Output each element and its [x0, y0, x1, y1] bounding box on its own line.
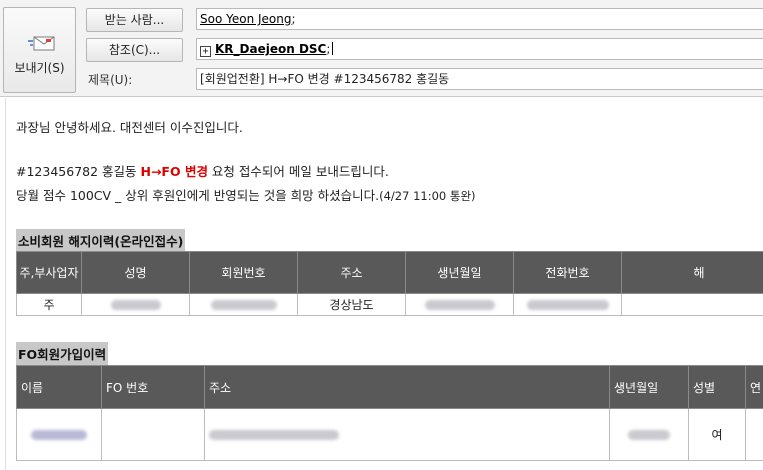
header-cell: 주소	[204, 365, 610, 409]
cc-field[interactable]: + KR_Daejeon DSC;	[196, 38, 763, 60]
envelope-send-icon	[28, 36, 55, 51]
request-line: #123456782 홍길동 H→FO 변경 요청 접수되어 메일 보내드립니다…	[16, 161, 389, 180]
request-suffix: 요청 접수되어 메일 보내드립니다.	[207, 164, 389, 179]
section-title-fo-signup: FO회원가입이력	[16, 342, 109, 365]
header-cell: 생년월일	[405, 251, 514, 294]
extra-cell	[745, 408, 763, 461]
text-caret	[332, 42, 334, 55]
send-button[interactable]: 보내기(S)	[3, 7, 76, 93]
type-cell: 주	[16, 293, 82, 316]
fo-number-cell	[101, 408, 205, 461]
subject-field[interactable]: [회원업전환] H→FO 변경 #123456782 홍길동	[196, 68, 763, 90]
header-cell: 성명	[81, 251, 190, 294]
member-number-cell	[189, 293, 298, 316]
cc-button[interactable]: 참조(C)...	[86, 38, 183, 62]
extra-cell	[621, 293, 763, 316]
cc-separator: ;	[326, 42, 331, 56]
table-header-row: 이름 FO 번호 주소 생년월일 성별 연	[16, 365, 763, 409]
cc-recipient[interactable]: KR_Daejeon DSC	[215, 42, 326, 56]
termination-table: 주,부사업자 성명 회원번호 주소 생년월일 전화번호 해 주 경상남도	[16, 251, 763, 316]
table-header-row: 주,부사업자 성명 회원번호 주소 생년월일 전화번호 해	[16, 251, 763, 294]
header-cell: 회원번호	[189, 251, 298, 294]
header-cell: 이름	[16, 365, 102, 409]
points-main: 당월 점수 100CV _ 상위 후원인에게 반영되는 것을 희망 하셨습니다.	[16, 188, 380, 203]
table-row: 주 경상남도	[16, 293, 763, 316]
redacted-birthdate	[424, 300, 495, 310]
greeting-text: 과장님 안녕하세요. 대전센터 이수진입니다.	[16, 120, 243, 135]
redacted-name	[31, 430, 87, 440]
request-highlight: H→FO 변경	[140, 164, 208, 179]
fo-signup-table: 이름 FO 번호 주소 생년월일 성별 연 여	[16, 365, 763, 461]
expand-group-icon[interactable]: +	[200, 46, 211, 57]
header-cell: 주소	[297, 251, 406, 294]
message-body[interactable]: 과장님 안녕하세요. 대전센터 이수진입니다. #123456782 홍길동 H…	[5, 98, 763, 470]
birthdate-cell	[405, 293, 514, 316]
phone-cell	[513, 293, 622, 316]
header-cell: FO 번호	[101, 365, 205, 409]
header-cell: 성별	[688, 365, 746, 409]
section-title-termination: 소비회원 해지이력(온라인접수)	[16, 229, 186, 252]
to-recipient[interactable]: Soo Yeon Jeong	[200, 12, 291, 26]
to-button[interactable]: 받는 사람...	[86, 8, 183, 32]
request-prefix: #123456782 홍길동	[16, 164, 141, 179]
redacted-member-number	[210, 300, 277, 310]
birthdate-cell	[609, 408, 689, 461]
table-row: 여	[16, 408, 763, 461]
name-cell	[16, 408, 102, 461]
header-cell: 연	[745, 365, 763, 409]
compose-header: 보내기(S) 받는 사람... 참조(C)... 제목(U): Soo Yeon…	[0, 0, 763, 97]
header-cell: 주,부사업자	[16, 251, 82, 294]
points-line: 당월 점수 100CV _ 상위 후원인에게 반영되는 것을 희망 하셨습니다.…	[16, 185, 476, 204]
header-cell: 생년월일	[609, 365, 689, 409]
gender-cell: 여	[688, 408, 746, 461]
to-separator: ;	[291, 12, 296, 26]
subject-label: 제목(U):	[88, 73, 133, 87]
redacted-name	[110, 300, 161, 310]
address-cell	[204, 408, 610, 461]
header-cell: 해	[621, 251, 763, 294]
points-note: (4/27 11:00 통완)	[379, 189, 476, 203]
address-cell: 경상남도	[297, 293, 406, 316]
header-cell: 전화번호	[513, 251, 622, 294]
redacted-birthdate	[628, 430, 670, 440]
to-field[interactable]: Soo Yeon Jeong;	[196, 8, 763, 30]
redacted-phone	[526, 300, 609, 310]
send-button-label: 보내기(S)	[14, 61, 65, 75]
redacted-address	[209, 430, 339, 440]
name-cell	[81, 293, 190, 316]
